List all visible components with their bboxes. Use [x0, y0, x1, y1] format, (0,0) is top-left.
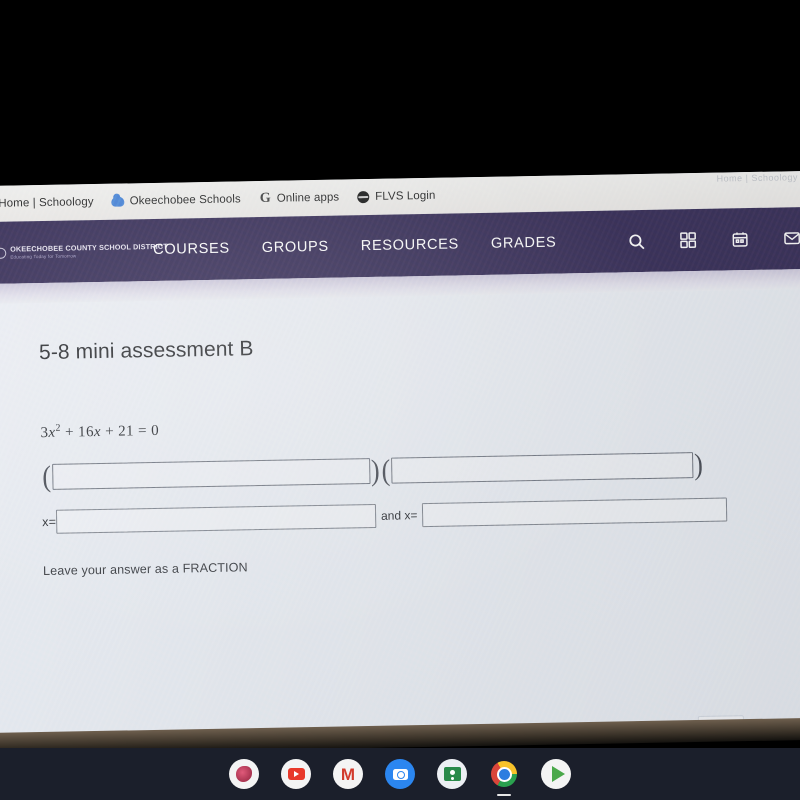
- quadratic-equation: 3x2 + 16x + 21 = 0: [40, 409, 800, 442]
- bookmark-flvs-login[interactable]: FLVS Login: [357, 189, 436, 204]
- google-g-icon: G: [259, 190, 271, 207]
- nav-links: COURSES GROUPS RESOURCES GRADES: [153, 235, 556, 258]
- laptop-screen: Home | Schoology Okeechobee Schools G On…: [0, 170, 800, 746]
- bookmark-label: Online apps: [276, 191, 340, 205]
- pink-app-icon[interactable]: [229, 759, 259, 789]
- gmail-icon[interactable]: M: [333, 759, 363, 789]
- factor-field-1[interactable]: [51, 458, 371, 490]
- solution-field-1[interactable]: [55, 503, 377, 534]
- solutions-row: x= and x=: [42, 496, 800, 534]
- youtube-icon[interactable]: [281, 759, 311, 789]
- apps-grid-icon[interactable]: [677, 229, 699, 251]
- factored-form-row: ( ) ( ): [41, 447, 800, 494]
- assignment-content: 5-8 mini assessment B 3x2 + 16x + 21 = 0…: [0, 288, 800, 746]
- factor-field-2[interactable]: [391, 452, 694, 484]
- and-x-equals-label: and x=: [380, 508, 418, 523]
- equation-exponent: 2: [55, 422, 61, 434]
- camera-icon[interactable]: [385, 759, 415, 789]
- chromeos-shelf: M: [0, 748, 800, 800]
- bookmark-label: Home | Schoology: [0, 196, 94, 210]
- calendar-icon[interactable]: [729, 228, 751, 250]
- globe-icon: [357, 190, 370, 204]
- active-app-indicator: [497, 794, 511, 796]
- instruction-text: Leave your answer as a FRACTION: [42, 560, 248, 579]
- chrome-icon[interactable]: [489, 759, 519, 796]
- open-paren-1: (: [42, 459, 52, 494]
- play-store-icon[interactable]: [541, 759, 571, 789]
- google-classroom-icon[interactable]: [437, 759, 467, 789]
- nav-item-groups[interactable]: GROUPS: [262, 239, 329, 256]
- equation-plus-1: +: [64, 424, 75, 441]
- search-icon[interactable]: [625, 230, 647, 252]
- photographed-screen: Home | Schoology Okeechobee Schools G On…: [0, 0, 800, 800]
- district-seal-icon: [0, 247, 7, 259]
- nav-item-grades[interactable]: GRADES: [491, 235, 557, 252]
- cutoff-top-text: Home | Schoology: [716, 172, 799, 184]
- x-equals-label-1: x=: [42, 514, 57, 530]
- nav-item-resources[interactable]: RESOURCES: [361, 236, 459, 254]
- open-paren-2: (: [381, 453, 391, 487]
- close-paren-2: ): [693, 447, 704, 482]
- bookmark-online-apps[interactable]: G Online apps: [259, 190, 340, 207]
- equation-plus-2: +: [104, 423, 115, 440]
- nav-item-courses[interactable]: COURSES: [153, 241, 230, 258]
- cloud-icon: [111, 195, 125, 208]
- district-logo[interactable]: OKEECHOBEE COUNTY SCHOOL DISTRICT Educat…: [0, 242, 168, 259]
- solution-field-2[interactable]: [422, 497, 728, 528]
- bookmark-label: Okeechobee Schools: [129, 193, 241, 208]
- bookmark-label: FLVS Login: [375, 189, 436, 203]
- equation-rhs: 0: [150, 422, 160, 440]
- equation-var-2: x: [93, 423, 102, 441]
- equation-constant: 21: [118, 423, 135, 440]
- messages-envelope-icon[interactable]: [781, 227, 800, 249]
- equation-coeff-b: 16: [77, 424, 95, 441]
- close-paren-1: ): [370, 453, 380, 488]
- page-title: 5-8 mini assessment B: [38, 337, 254, 365]
- nav-icon-group: [625, 207, 800, 272]
- bookmark-home-schoology[interactable]: Home | Schoology: [0, 196, 94, 210]
- bookmark-okeechobee-schools[interactable]: Okeechobee Schools: [111, 193, 241, 208]
- equation-equals: =: [137, 423, 148, 440]
